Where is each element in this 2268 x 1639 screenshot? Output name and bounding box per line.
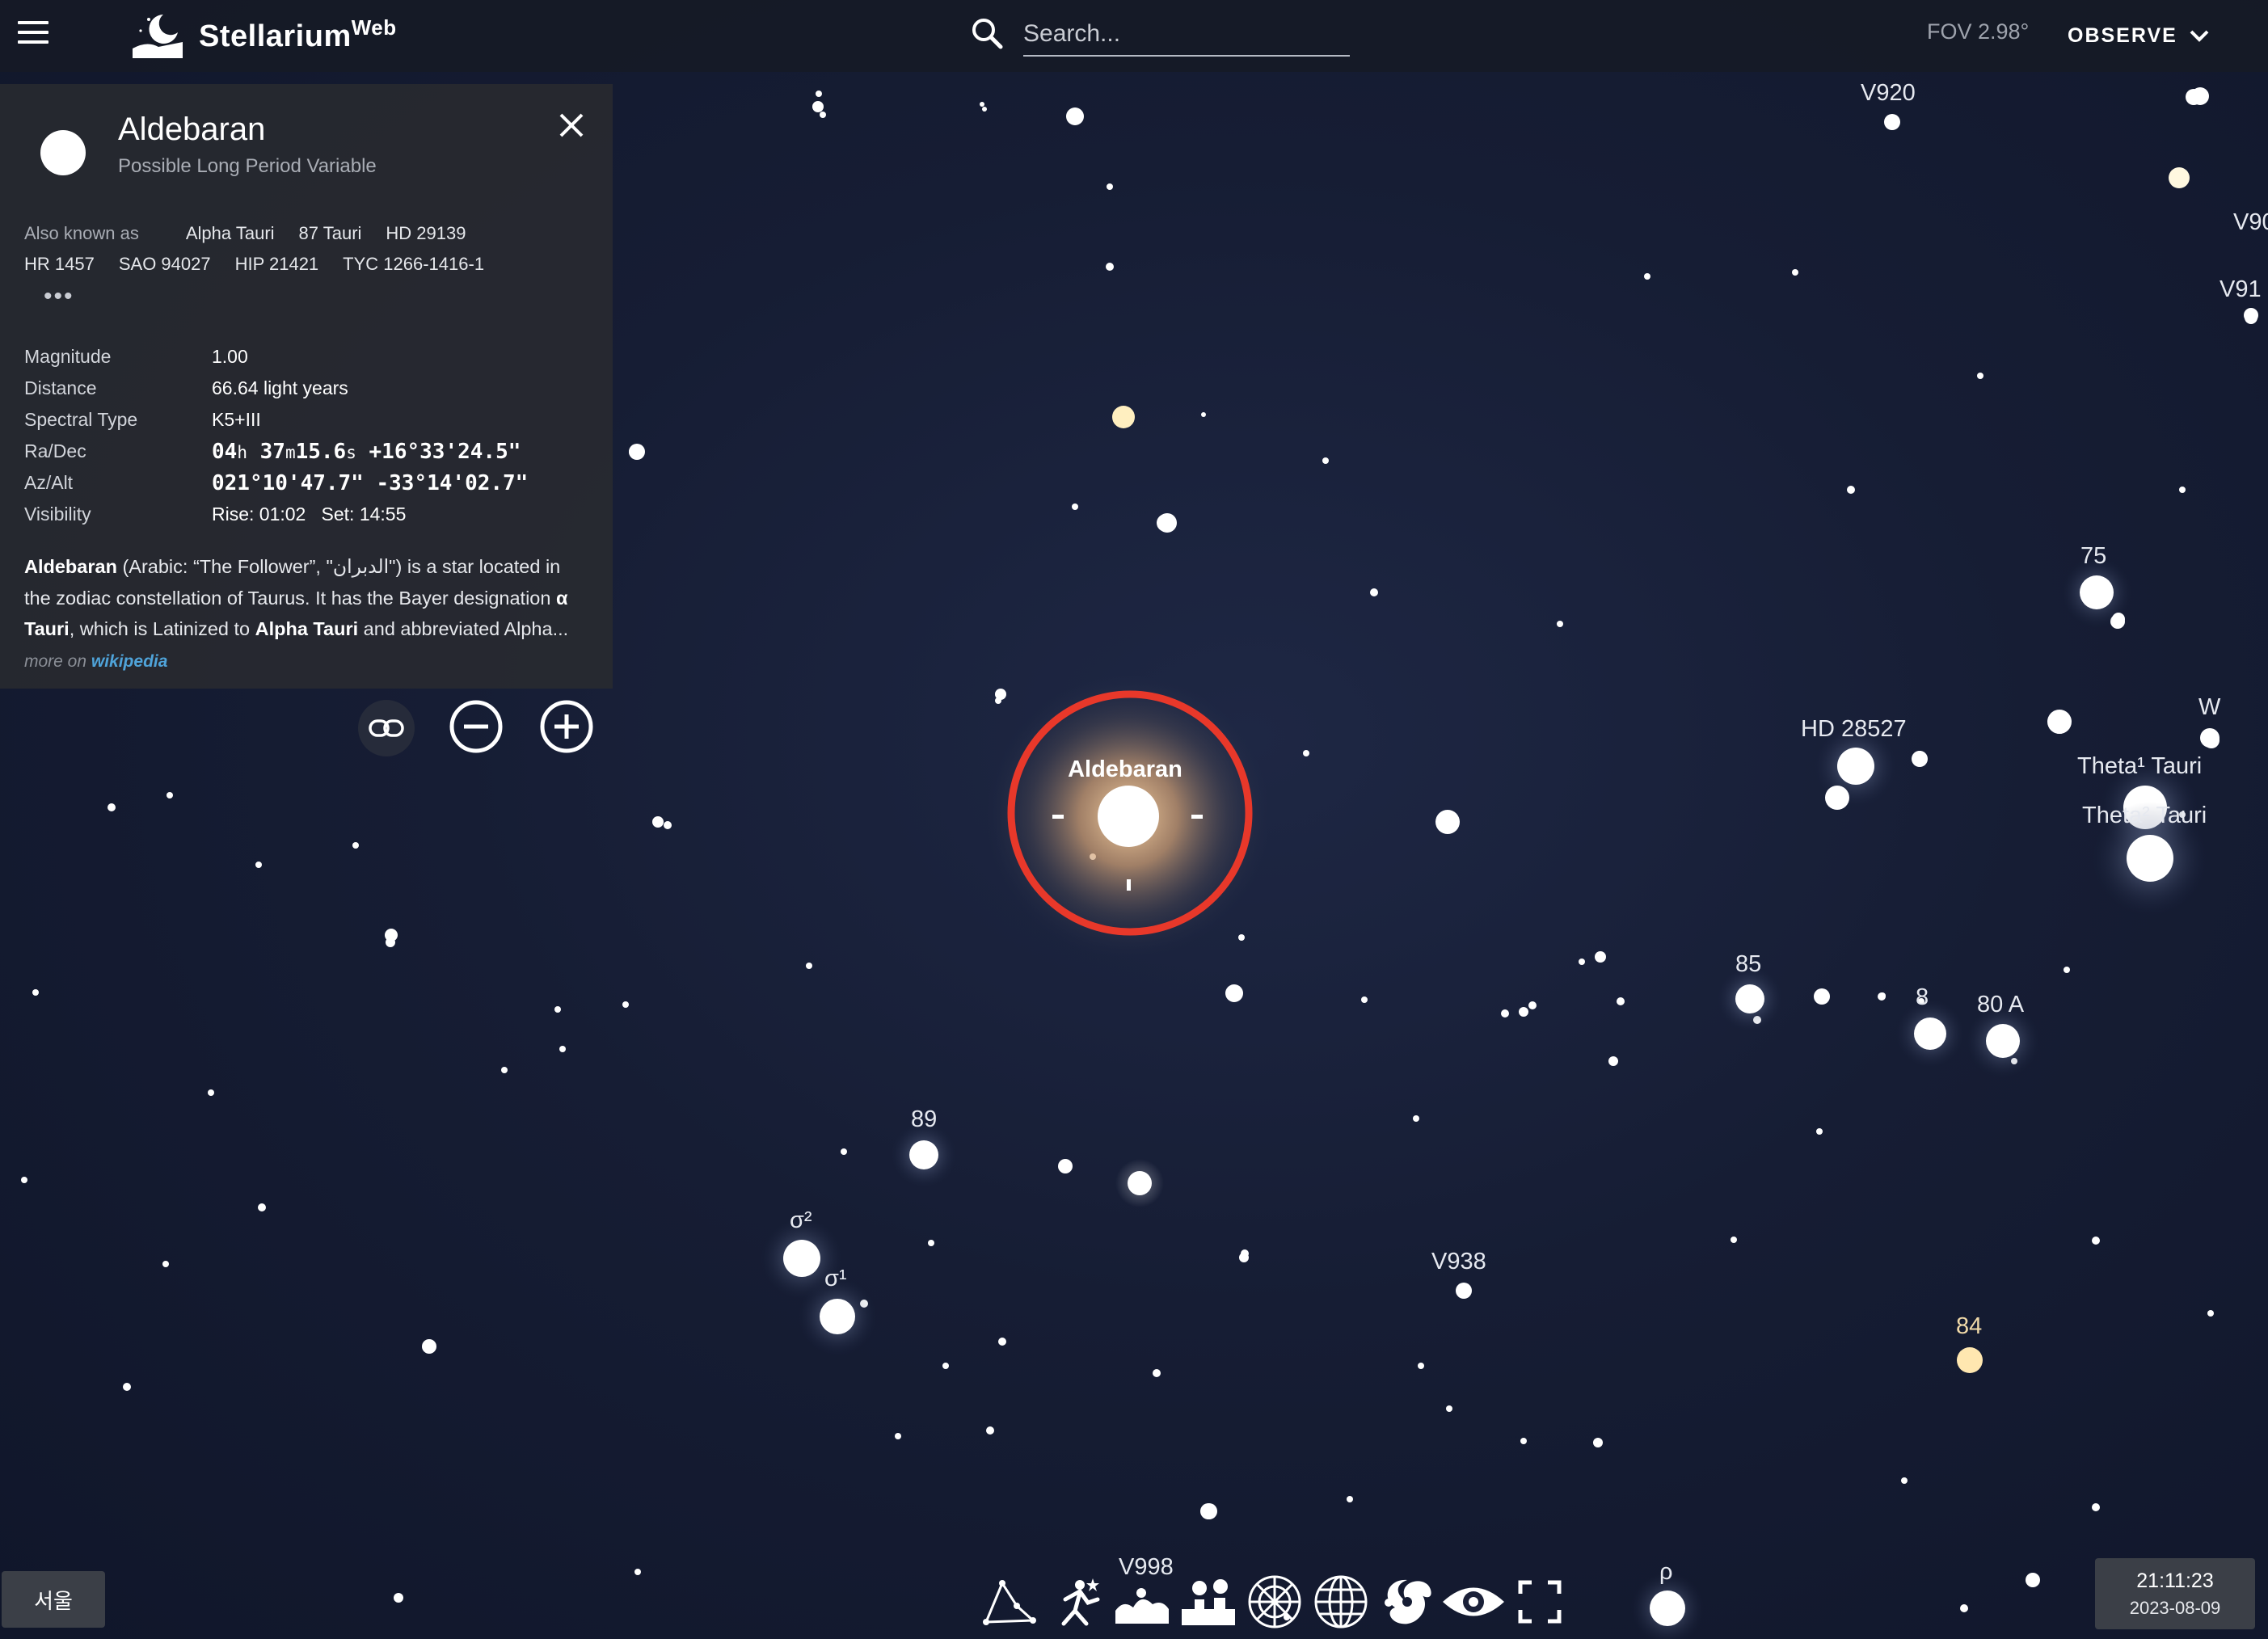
- star-label: ρ: [1659, 1559, 1673, 1585]
- constellation-lines-button[interactable]: [976, 1569, 1043, 1634]
- property-row: Spectral Type K5+III: [24, 404, 590, 436]
- property-label: Az/Alt: [24, 472, 74, 493]
- landscape-icon: [1115, 1588, 1169, 1624]
- star-label: V91: [2220, 276, 2262, 302]
- object-description: Aldebaran (Arabic: “The Follower”, "الدب…: [24, 556, 569, 671]
- aka-name: SAO 94027: [118, 254, 211, 274]
- object-name: Aldebaran: [118, 112, 266, 147]
- star-label: HD 28527: [1801, 716, 1907, 742]
- more-names-button[interactable]: •••: [44, 283, 74, 310]
- visibility-value: Rise: 01:02 Set: 14:55: [212, 503, 407, 525]
- property-row: Visibility Rise: 01:02 Set: 14:55: [24, 499, 590, 530]
- properties-table: Magnitude 1.00 Distance 66.64 light year…: [24, 341, 590, 530]
- aka-name: HR 1457: [24, 254, 95, 274]
- app-logo: StellariumWeb: [131, 10, 397, 63]
- star-label: 8: [1916, 984, 1929, 1010]
- app-title: StellariumWeb: [199, 15, 397, 53]
- aka-label: Also known as: [24, 223, 139, 243]
- star-label: σ¹: [824, 1266, 847, 1291]
- chevron-down-icon: [2190, 30, 2209, 42]
- zoom-in-button[interactable]: [538, 698, 595, 755]
- star-label: W: [2198, 694, 2221, 720]
- star-label: 89: [911, 1106, 937, 1132]
- property-row: Ra/Dec 04h 37m15.6s +16°33'24.5": [24, 436, 590, 467]
- menu-icon[interactable]: [18, 21, 50, 47]
- plus-circle-icon: [540, 700, 593, 753]
- star-label: 80 A: [1977, 992, 2025, 1018]
- aka-name: Alpha Tauri: [185, 223, 275, 243]
- landscape-button[interactable]: [1109, 1569, 1175, 1634]
- link-icon: [369, 719, 404, 737]
- object-info-panel: Aldebaran Possible Long Period Variable …: [0, 84, 613, 689]
- star-label: 84: [1956, 1313, 1982, 1339]
- aka-name: 87 Tauri: [298, 223, 362, 243]
- constellation-art-icon: [1061, 1578, 1100, 1626]
- atmosphere-icon: [1182, 1579, 1235, 1625]
- datetime-button[interactable]: 21:11:23 2023-08-09: [2095, 1558, 2255, 1629]
- selected-star-label: Aldebaran: [1068, 756, 1182, 782]
- property-label: Spectral Type: [24, 409, 138, 430]
- share-link-button[interactable]: [358, 700, 415, 756]
- star-label: V938: [1431, 1249, 1486, 1275]
- named-stars: [385, 87, 2258, 1639]
- star-label: V90: [2233, 209, 2268, 235]
- also-known-as: Also known as Alpha Tauri 87 Tauri HD 29139…: [24, 218, 582, 280]
- time-text: 21:11:23: [2136, 1569, 2214, 1592]
- aka-name: HD 29139: [386, 223, 466, 243]
- star-icon: [40, 130, 86, 175]
- property-label: Distance: [24, 377, 97, 398]
- equatorial-grid-icon: [1314, 1575, 1368, 1628]
- bottom-toolbar: [976, 1569, 1573, 1634]
- close-icon[interactable]: [551, 105, 592, 145]
- distance-value: 66.64 light years: [212, 377, 348, 398]
- selected-star-aldebaran[interactable]: Aldebaran: [987, 675, 1270, 958]
- aka-name: HIP 21421: [234, 254, 319, 274]
- aka-name: TYC 1266-1416-1: [343, 254, 485, 274]
- ra-dec-value: 04h 37m15.6s +16°33'24.5": [212, 439, 521, 464]
- equatorial-grid-button[interactable]: [1308, 1569, 1374, 1634]
- top-bar: StellariumWeb FOV 2.98° OBSERVE: [0, 0, 2268, 72]
- property-row: Magnitude 1.00: [24, 341, 590, 373]
- star-label: 85: [1735, 951, 1761, 977]
- property-row: Distance 66.64 light years: [24, 373, 590, 404]
- location-button[interactable]: 서울: [2, 1571, 105, 1628]
- atmosphere-button[interactable]: [1175, 1569, 1241, 1634]
- spectral-type-value: K5+III: [212, 409, 261, 430]
- property-label: Magnitude: [24, 346, 112, 367]
- fullscreen-button[interactable]: [1507, 1569, 1573, 1634]
- eye-icon: [1443, 1587, 1504, 1616]
- star-label: V920: [1861, 80, 1916, 106]
- star-label: Theta¹ Tauri: [2077, 753, 2202, 779]
- property-row: Az/Alt 021°10'47.7" -33°14'02.7": [24, 467, 590, 499]
- object-type: Possible Long Period Variable: [118, 155, 377, 177]
- observe-button[interactable]: OBSERVE: [2045, 11, 2215, 60]
- deep-sky-objects-button[interactable]: [1374, 1569, 1440, 1634]
- azimuthal-grid-icon: [1248, 1575, 1301, 1628]
- magnitude-value: 1.00: [212, 346, 248, 367]
- azimuthal-grid-button[interactable]: [1241, 1569, 1308, 1634]
- az-alt-value: 021°10'47.7" -33°14'02.7": [212, 470, 529, 495]
- stellarium-logo-icon: [133, 15, 183, 58]
- night-mode-button[interactable]: [1440, 1569, 1507, 1634]
- fullscreen-icon: [1518, 1580, 1562, 1624]
- date-text: 2023-08-09: [2129, 1597, 2221, 1618]
- star-label: Theta² Tauri: [2082, 803, 2207, 828]
- property-label: Visibility: [24, 503, 91, 525]
- constellation-lines-icon: [983, 1580, 1036, 1625]
- property-label: Ra/Dec: [24, 440, 86, 461]
- constellation-art-button[interactable]: [1043, 1569, 1109, 1634]
- zoom-out-button[interactable]: [448, 698, 504, 755]
- fov-indicator: FOV 2.98°: [1927, 19, 2030, 44]
- galaxy-icon: [1387, 1579, 1431, 1624]
- search-icon[interactable]: [970, 16, 1005, 52]
- search-input[interactable]: [1023, 13, 1350, 57]
- star-label: 75: [2080, 543, 2106, 569]
- minus-circle-icon: [449, 700, 503, 753]
- star-label: σ²: [790, 1207, 812, 1233]
- wikipedia-link[interactable]: wikipedia: [91, 652, 168, 671]
